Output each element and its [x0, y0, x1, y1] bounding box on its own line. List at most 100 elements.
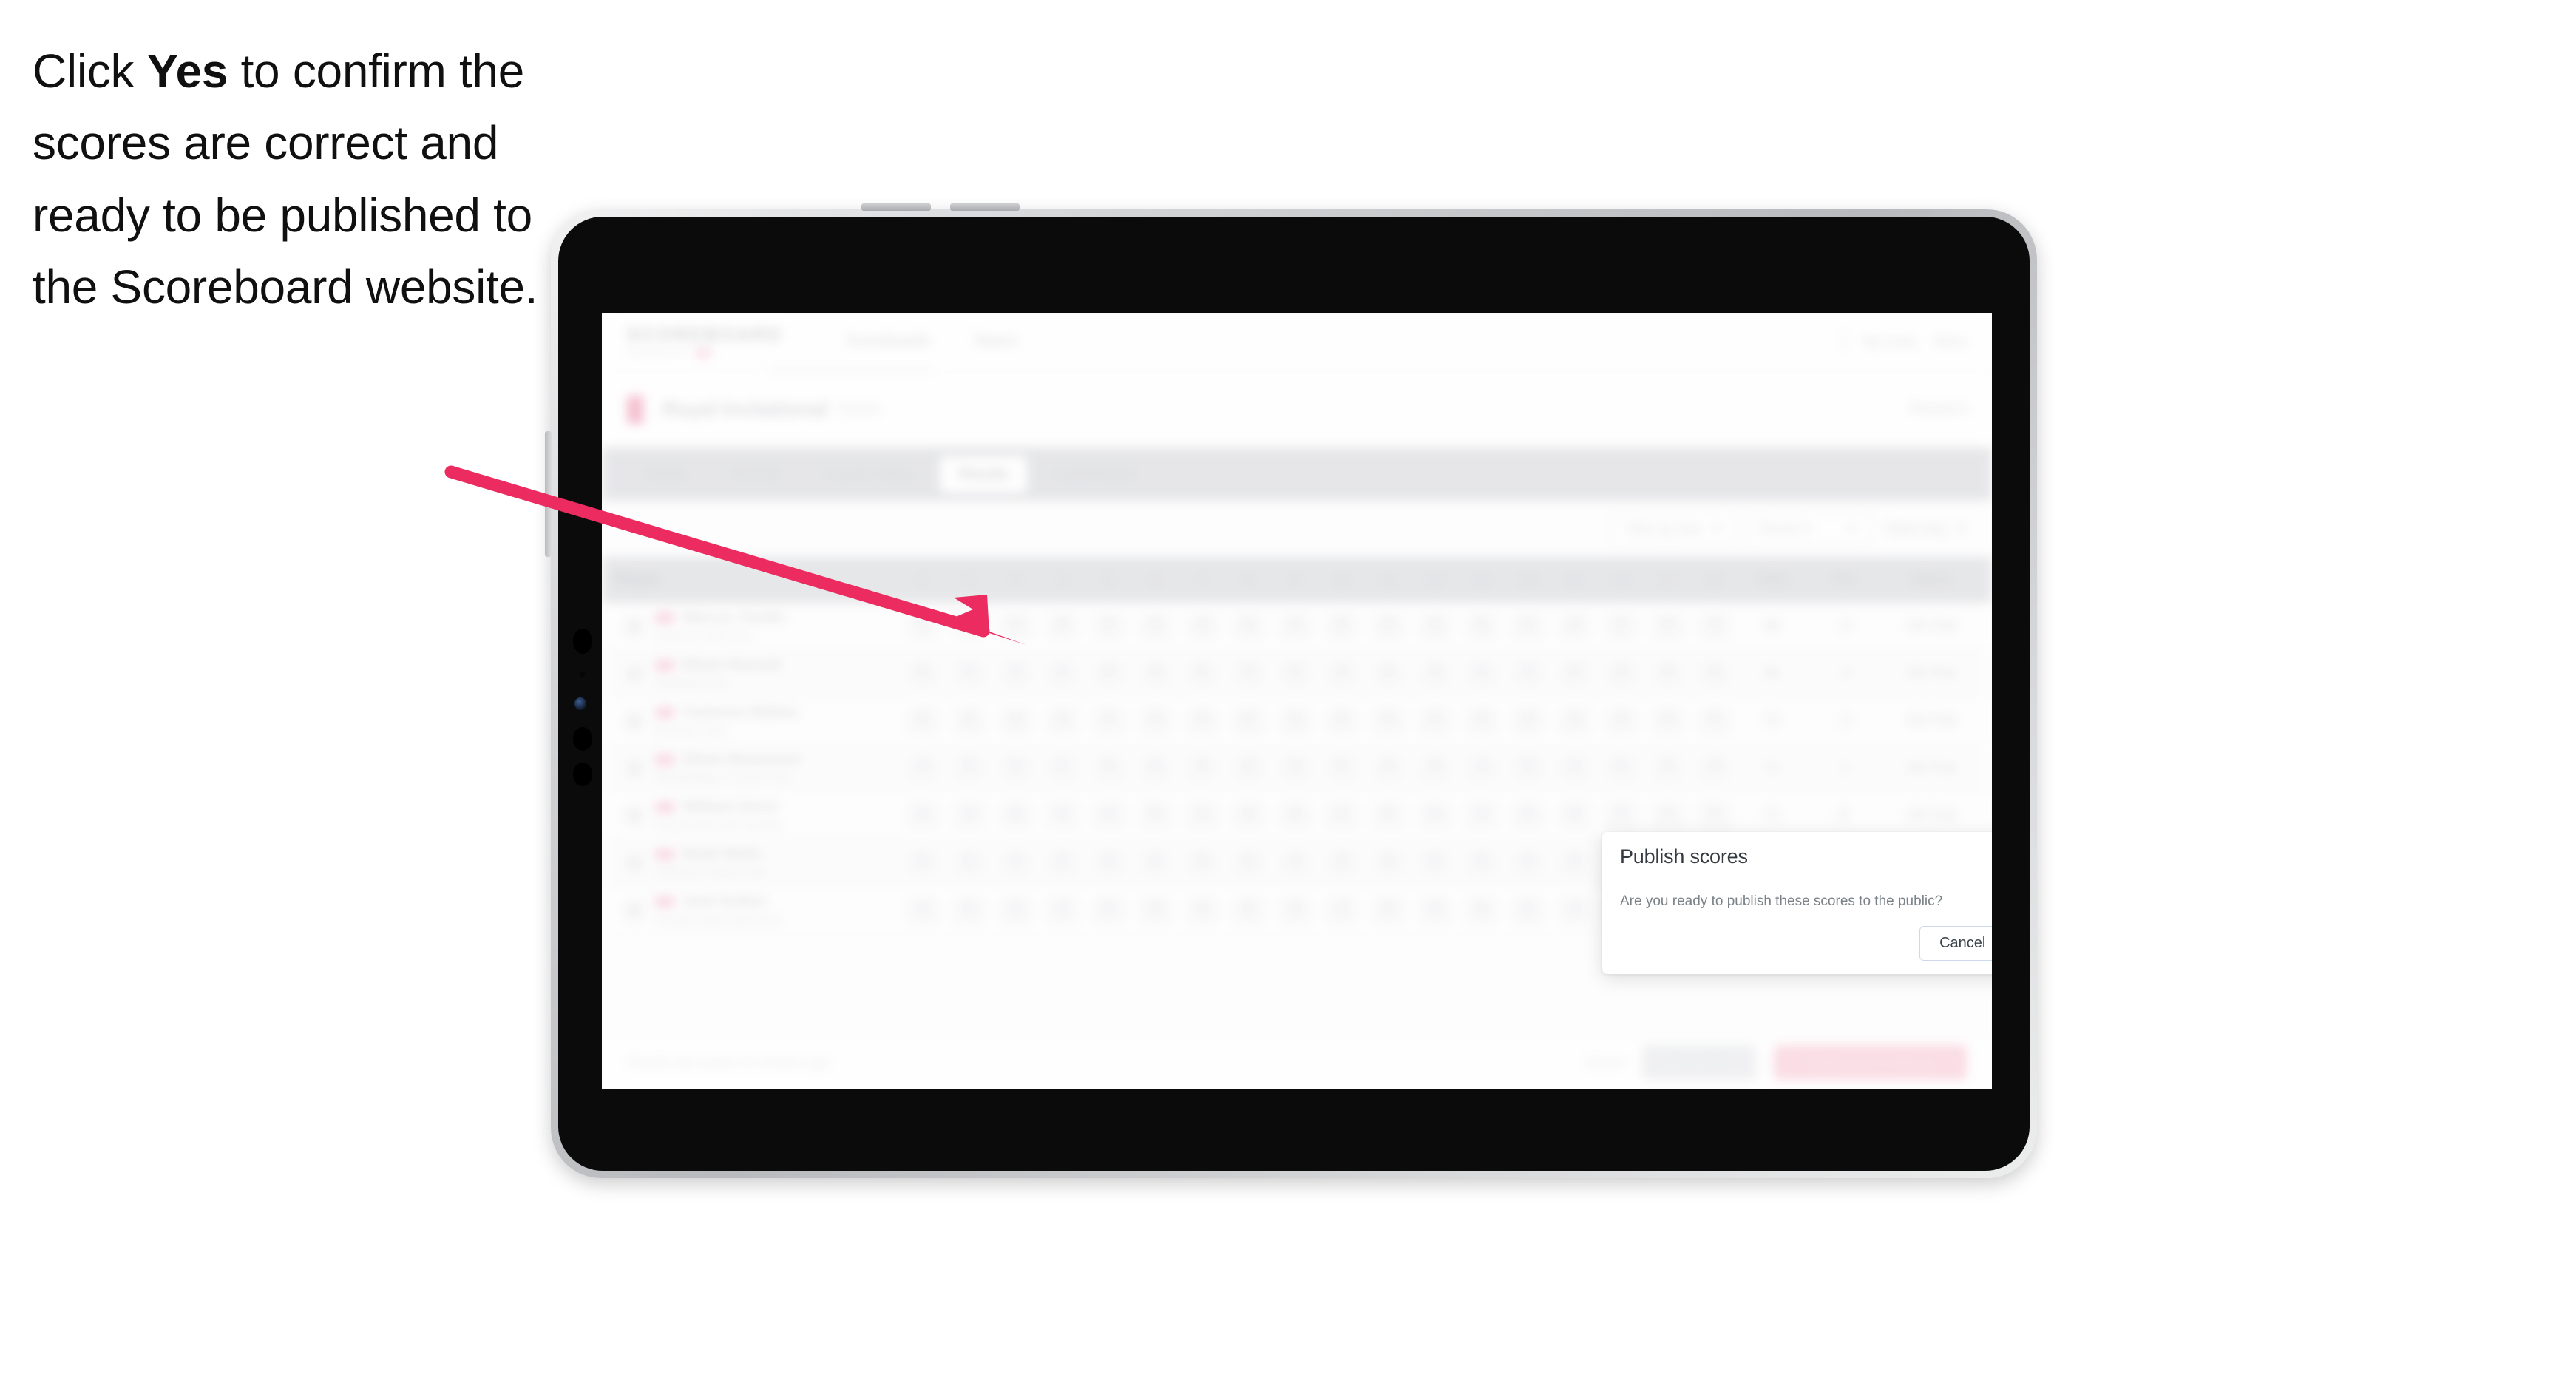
score-cell[interactable]: 4	[899, 661, 946, 686]
row-checkbox[interactable]	[614, 711, 655, 730]
score-cell[interactable]: 4	[1365, 709, 1411, 733]
score-cell[interactable]: 5	[899, 851, 946, 875]
score-cell[interactable]: 4	[1551, 756, 1598, 780]
table-row[interactable]: Ethan Rennell Hartfield Links 4 4 4 5 3 4 4 4 5 4 3 4…	[602, 650, 1992, 697]
score-cell[interactable]: 5	[1365, 803, 1411, 828]
score-cell[interactable]: 4	[1272, 851, 1318, 875]
score-cell[interactable]: 3	[1411, 756, 1458, 780]
score-cell[interactable]: 4	[899, 756, 946, 780]
score-cell[interactable]: 4	[1272, 756, 1318, 780]
score-cell[interactable]: 4	[1598, 614, 1644, 638]
score-cell[interactable]: 4	[1551, 803, 1598, 828]
score-cell[interactable]: 4	[1411, 709, 1458, 733]
score-cell[interactable]: 4	[1039, 756, 1085, 780]
score-cell[interactable]: 3	[1085, 661, 1132, 686]
score-cell[interactable]: 5	[1179, 756, 1225, 780]
tab-leaderboard[interactable]: Leaderboard	[1033, 456, 1155, 493]
score-cell[interactable]: 5	[1272, 661, 1318, 686]
score-cell[interactable]: 4	[1505, 898, 1551, 922]
table-row[interactable]: Marcus Tomlin Oakvale Golf Club 4 3 5 4 4 3 4 5 4 3…	[602, 603, 1992, 650]
nav-link-scoreboards[interactable]: Scoreboards	[847, 333, 930, 350]
brand-logo[interactable]: SCOREBOARD POWERED BY	[627, 325, 783, 358]
score-cell[interactable]: 4	[946, 851, 992, 875]
score-cell[interactable]: 4	[1085, 709, 1132, 733]
tab-format[interactable]: Format	[714, 456, 799, 493]
score-cell[interactable]: 5	[1085, 898, 1132, 922]
score-cell[interactable]: 5	[992, 803, 1039, 828]
score-cell[interactable]: 4	[1179, 661, 1225, 686]
score-cell[interactable]: 4	[1318, 803, 1365, 828]
score-cell[interactable]: 3	[1505, 614, 1551, 638]
score-cell[interactable]: 5	[1039, 851, 1085, 875]
score-cell[interactable]: 4	[1179, 614, 1225, 638]
score-cell[interactable]: 4	[1225, 898, 1272, 922]
table-row[interactable]: Oliver Beaumont Stonebridge Country Club 4…	[602, 745, 1992, 792]
score-cell[interactable]: 4	[1318, 851, 1365, 875]
score-cell[interactable]: 4	[992, 709, 1039, 733]
score-cell[interactable]: 4	[1458, 851, 1505, 875]
score-cell[interactable]: 4	[1272, 709, 1318, 733]
score-cell[interactable]: 4	[1132, 661, 1179, 686]
score-cell[interactable]: 5	[1458, 898, 1505, 922]
score-cell[interactable]: 4	[1272, 614, 1318, 638]
score-cell[interactable]: 4	[899, 614, 946, 638]
score-cell[interactable]: 4	[1551, 709, 1598, 733]
table-row[interactable]: Cameron Waites Bramley Park 5 4 4 4 4 4 3 5 4 4 4 4 4 4…	[602, 697, 1992, 745]
score-cell[interactable]: 4	[1225, 661, 1272, 686]
row-checkbox[interactable]	[614, 664, 655, 683]
score-cell[interactable]: 4	[1411, 661, 1458, 686]
score-cell[interactable]: 4	[1225, 803, 1272, 828]
score-cell[interactable]: 4	[1598, 709, 1644, 733]
score-cell[interactable]: 3	[1644, 756, 1691, 780]
score-cell[interactable]: 3	[1179, 709, 1225, 733]
score-cell[interactable]: 5	[1132, 803, 1179, 828]
score-cell[interactable]: 4	[1225, 756, 1272, 780]
score-cell[interactable]: 5	[1225, 709, 1272, 733]
score-cell[interactable]: 4	[1505, 803, 1551, 828]
nav-my-clubs[interactable]: My Clubs	[1864, 334, 1916, 349]
score-cell[interactable]: 4	[1458, 803, 1505, 828]
score-cell[interactable]: 3	[1598, 661, 1644, 686]
score-cell[interactable]: 5	[1551, 661, 1598, 686]
score-cell[interactable]: 4	[1458, 756, 1505, 780]
nav-link-teams[interactable]: Teams	[973, 333, 1017, 350]
score-cell[interactable]: 4	[1039, 709, 1085, 733]
score-cell[interactable]: 4	[992, 661, 1039, 686]
score-cell[interactable]: 4	[946, 661, 992, 686]
save-draft-button[interactable]: Save draft	[1641, 1045, 1756, 1080]
score-cell[interactable]: 5	[1039, 661, 1085, 686]
score-cell[interactable]: 4	[1365, 851, 1411, 875]
score-cell[interactable]: 5	[946, 898, 992, 922]
score-cell[interactable]: 4	[1691, 803, 1738, 828]
filter-hole-select[interactable]: Filter by hole	[1613, 513, 1735, 545]
score-cell[interactable]: 4	[1551, 898, 1598, 922]
score-cell[interactable]: 5	[899, 709, 946, 733]
score-cell[interactable]: 4	[1132, 851, 1179, 875]
score-cell[interactable]: 4	[1085, 614, 1132, 638]
score-cell[interactable]: 4	[1365, 614, 1411, 638]
score-cell[interactable]: 3	[1085, 756, 1132, 780]
row-checkbox[interactable]	[614, 853, 655, 872]
score-cell[interactable]: 4	[1039, 614, 1085, 638]
score-cell[interactable]: 3	[946, 614, 992, 638]
score-cell[interactable]: 4	[1505, 709, 1551, 733]
score-cell[interactable]: 5	[946, 756, 992, 780]
score-cell[interactable]: 5	[1598, 803, 1644, 828]
filter-round-select[interactable]: Round 3	[1747, 513, 1869, 545]
row-checkbox[interactable]	[614, 806, 655, 825]
score-cell[interactable]: 3	[1132, 614, 1179, 638]
score-cell[interactable]: 4	[1505, 851, 1551, 875]
score-cell[interactable]: 4	[1132, 709, 1179, 733]
score-cell[interactable]: 4	[1085, 803, 1132, 828]
score-cell[interactable]: 4	[1644, 803, 1691, 828]
score-cell[interactable]: 5	[1318, 756, 1365, 780]
score-cell[interactable]: 4	[899, 898, 946, 922]
publish-button[interactable]: Publish to Scoreboard	[1773, 1045, 1967, 1080]
score-cell[interactable]: 4	[1411, 803, 1458, 828]
score-cell[interactable]: 5	[1505, 756, 1551, 780]
score-cell[interactable]: 4	[1691, 756, 1738, 780]
score-cell[interactable]: 4	[1644, 661, 1691, 686]
score-cell[interactable]: 4	[1505, 661, 1551, 686]
row-checkbox[interactable]	[614, 759, 655, 777]
score-cell[interactable]: 4	[1179, 851, 1225, 875]
